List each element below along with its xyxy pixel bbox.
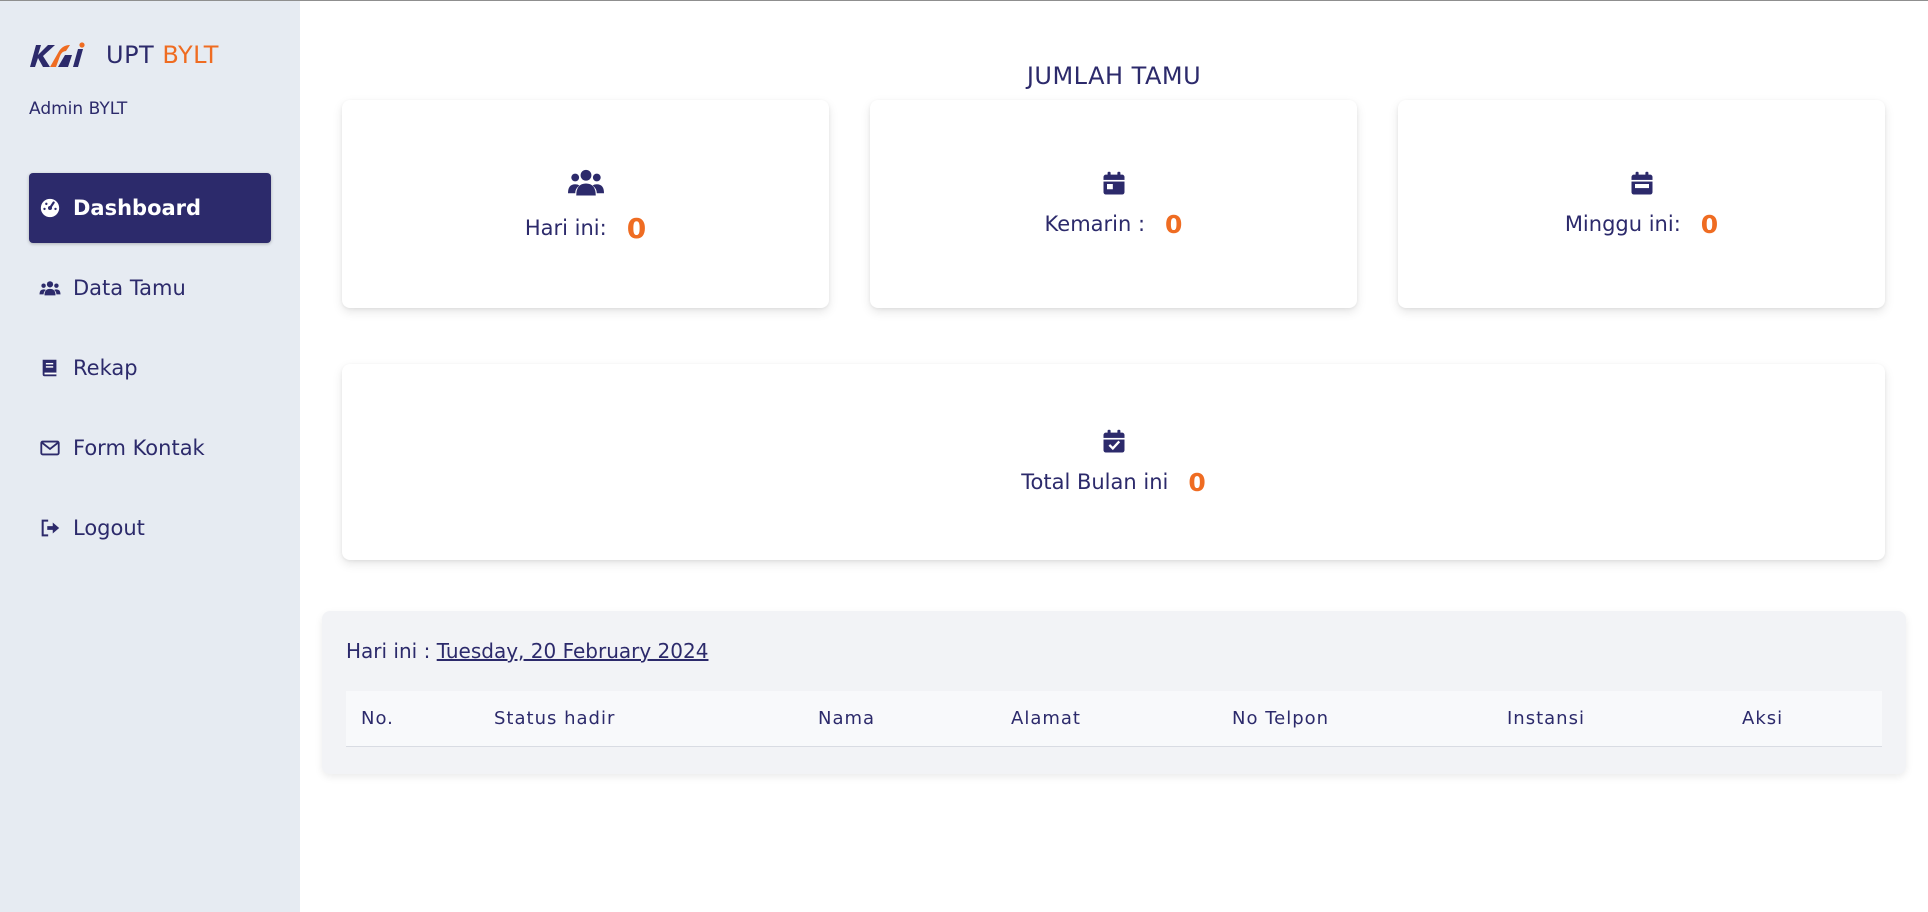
stat-today: Hari ini: 0	[525, 212, 646, 245]
stat-value: 0	[1700, 209, 1719, 239]
sidebar-item-label: Dashboard	[73, 196, 202, 220]
stat-label: Minggu ini:	[1564, 212, 1681, 236]
column-header-alamat[interactable]: Alamat	[1011, 691, 1081, 747]
sidebar-item-label: Rekap	[73, 356, 138, 380]
sidebar-item-label: Logout	[73, 516, 145, 540]
stat-card-today: Hari ini: 0	[342, 100, 829, 308]
today-heading: Hari ini : Tuesday, 20 February 2024	[346, 639, 708, 663]
stat-yesterday: Kemarin : 0	[1045, 210, 1183, 239]
sidebar: UPT BYLT Admin BYLT Dashboard Data Tamu …	[0, 1, 300, 912]
sidebar-item-dashboard[interactable]: Dashboard	[29, 173, 271, 243]
column-header-status-hadir[interactable]: Status hadir	[494, 691, 615, 747]
users-icon	[39, 277, 61, 299]
column-header-instansi[interactable]: Instansi	[1507, 691, 1585, 747]
book-icon	[39, 357, 61, 379]
sidebar-item-rekap[interactable]: Rekap	[29, 333, 271, 403]
stat-week: Minggu ini: 0	[1565, 210, 1718, 239]
table-header: No. Status hadir Nama Alamat No Telpon I…	[346, 691, 1882, 747]
kai-logo-icon	[30, 42, 85, 67]
stat-value: 0	[1188, 467, 1206, 497]
users-icon	[567, 164, 604, 204]
column-header-no[interactable]: No.	[361, 691, 394, 747]
column-header-aksi[interactable]: Aksi	[1742, 691, 1783, 747]
stat-value: 0	[1165, 209, 1183, 239]
admin-username: Admin BYLT	[29, 99, 128, 119]
stat-value: 0	[626, 211, 647, 245]
today-date-link[interactable]: Tuesday, 20 February 2024	[437, 639, 709, 663]
sidebar-item-label: Data Tamu	[73, 276, 186, 300]
column-header-nama[interactable]: Nama	[818, 691, 875, 747]
sidebar-item-logout[interactable]: Logout	[29, 493, 271, 563]
brand-name: UPT BYLT	[106, 41, 219, 69]
calendar-week-icon	[1628, 170, 1656, 202]
sidebar-nav: Dashboard Data Tamu Rekap Form Kontak Lo…	[29, 173, 271, 573]
sidebar-item-data-tamu[interactable]: Data Tamu	[29, 253, 271, 323]
envelope-icon	[39, 437, 61, 459]
sidebar-item-label: Form Kontak	[73, 436, 205, 460]
sign-out-icon	[39, 517, 61, 539]
guest-table-panel: Hari ini : Tuesday, 20 February 2024 No.…	[322, 611, 1906, 774]
sidebar-item-form-kontak[interactable]: Form Kontak	[29, 413, 271, 483]
calendar-icon	[1100, 170, 1128, 202]
brand-highlight: BYLT	[162, 41, 219, 69]
stat-label: Hari ini:	[524, 216, 607, 240]
calendar-check-icon	[1100, 428, 1128, 460]
stat-label: Kemarin :	[1044, 212, 1146, 236]
page-title: JUMLAH TAMU	[1026, 62, 1202, 90]
brand-prefix: UPT	[106, 41, 155, 69]
today-label: Hari ini :	[346, 639, 431, 663]
stat-label: Total Bulan ini	[1021, 470, 1169, 494]
column-header-no-telpon[interactable]: No Telpon	[1232, 691, 1329, 747]
stat-month: Total Bulan ini 0	[1021, 468, 1206, 497]
dashboard-gauge-icon	[39, 197, 61, 219]
brand[interactable]: UPT BYLT	[28, 41, 219, 69]
stat-card-week: Minggu ini: 0	[1398, 100, 1885, 308]
stat-card-month: Total Bulan ini 0	[342, 364, 1885, 560]
stat-card-yesterday: Kemarin : 0	[870, 100, 1357, 308]
